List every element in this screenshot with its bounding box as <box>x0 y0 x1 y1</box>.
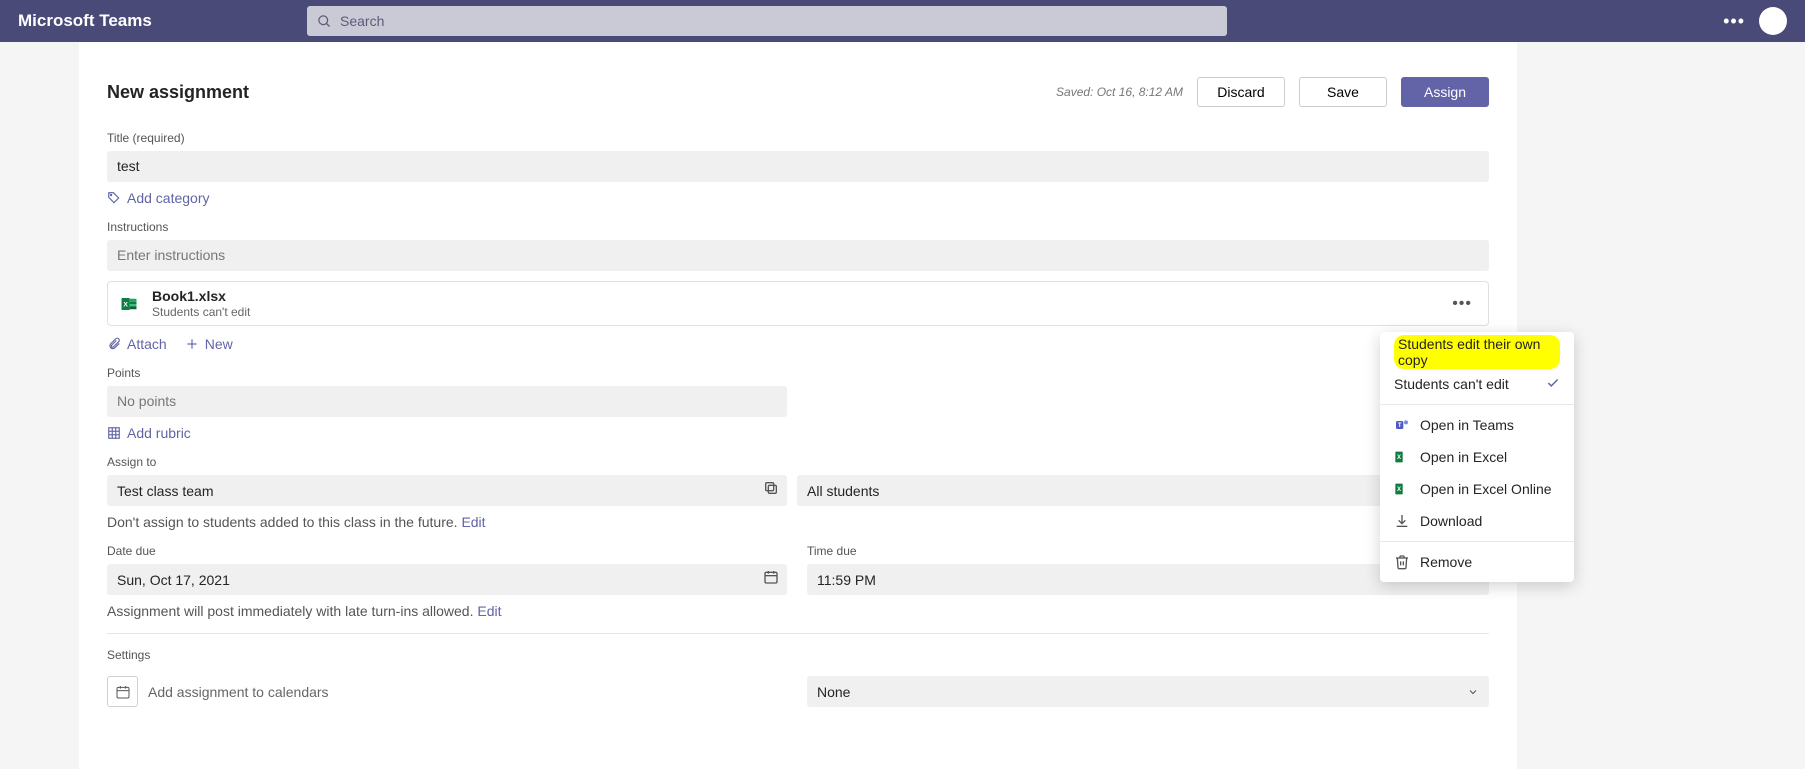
instructions-label: Instructions <box>107 220 1489 234</box>
add-category-label: Add category <box>127 190 210 206</box>
app-title: Microsoft Teams <box>18 11 152 31</box>
menu-open-excel-online[interactable]: X Open in Excel Online <box>1380 473 1574 505</box>
top-bar: Microsoft Teams ••• <box>0 0 1805 42</box>
attachment-more-icon[interactable]: ••• <box>1448 291 1476 317</box>
points-label: Points <box>107 366 1489 380</box>
attachment-card: X Book1.xlsx Students can't edit ••• <box>107 281 1489 326</box>
new-link[interactable]: New <box>185 336 233 352</box>
assign-button[interactable]: Assign <box>1401 77 1489 107</box>
title-label: Title (required) <box>107 131 1489 145</box>
post-edit-link[interactable]: Edit <box>477 603 501 619</box>
search-box[interactable] <box>307 6 1227 36</box>
excel-icon: X <box>1394 449 1410 465</box>
menu-open-teams[interactable]: T Open in Teams <box>1380 409 1574 441</box>
attach-label: Attach <box>127 336 167 352</box>
menu-open-excel[interactable]: X Open in Excel <box>1380 441 1574 473</box>
assign-helper: Don't assign to students added to this c… <box>107 514 1489 530</box>
calendar-dropdown-value: None <box>817 684 850 700</box>
attachment-name: Book1.xlsx <box>152 288 250 305</box>
search-input[interactable] <box>340 13 1217 29</box>
new-label: New <box>205 336 233 352</box>
calendar-dropdown[interactable]: None <box>807 676 1489 707</box>
date-due-label: Date due <box>107 544 797 558</box>
main-content: New assignment Saved: Oct 16, 8:12 AM Di… <box>79 42 1517 769</box>
svg-text:X: X <box>123 301 128 308</box>
team-select[interactable] <box>107 475 787 506</box>
divider <box>107 633 1489 634</box>
time-due-value[interactable] <box>807 572 1465 588</box>
search-icon <box>317 14 332 29</box>
rubric-icon <box>107 426 121 440</box>
attach-icon <box>107 337 121 351</box>
svg-text:X: X <box>1397 487 1401 493</box>
trash-icon <box>1394 554 1410 570</box>
excel-online-icon: X <box>1394 481 1410 497</box>
assign-edit-link[interactable]: Edit <box>461 514 485 530</box>
calendar-setting-label: Add assignment to calendars <box>148 684 797 700</box>
menu-divider <box>1380 541 1574 542</box>
attachment-context-menu: Students edit their own copy Students ca… <box>1380 332 1574 582</box>
assign-to-label: Assign to <box>107 455 1489 469</box>
menu-divider <box>1380 404 1574 405</box>
title-input[interactable] <box>107 151 1489 182</box>
add-rubric-label: Add rubric <box>127 425 191 441</box>
date-due-field[interactable] <box>107 564 787 595</box>
tag-icon <box>107 191 121 205</box>
settings-label: Settings <box>107 648 1489 662</box>
menu-students-cant-edit[interactable]: Students can't edit <box>1380 368 1574 400</box>
saved-status: Saved: Oct 16, 8:12 AM <box>1056 85 1183 99</box>
avatar[interactable] <box>1759 7 1787 35</box>
more-icon[interactable]: ••• <box>1723 11 1745 32</box>
menu-remove[interactable]: Remove <box>1380 546 1574 578</box>
team-value[interactable] <box>107 483 763 499</box>
post-helper: Assignment will post immediately with la… <box>107 603 1489 619</box>
teams-icon: T <box>1394 417 1410 433</box>
page-title: New assignment <box>107 82 249 103</box>
check-icon <box>1546 376 1560 393</box>
plus-icon <box>185 337 199 351</box>
menu-download[interactable]: Download <box>1380 505 1574 537</box>
save-button[interactable]: Save <box>1299 77 1387 107</box>
download-icon <box>1394 513 1410 529</box>
menu-students-own-copy[interactable]: Students edit their own copy <box>1380 336 1574 368</box>
chevron-down-icon <box>1467 686 1479 698</box>
points-input[interactable] <box>107 386 787 417</box>
discard-button[interactable]: Discard <box>1197 77 1285 107</box>
instructions-input[interactable] <box>107 240 1489 271</box>
copy-icon[interactable] <box>763 480 779 501</box>
svg-text:T: T <box>1398 423 1402 429</box>
add-category-link[interactable]: Add category <box>107 190 1489 206</box>
svg-text:X: X <box>1397 455 1401 461</box>
attachment-subtext: Students can't edit <box>152 305 250 319</box>
calendar-icon[interactable] <box>763 569 779 590</box>
calendar-box-icon <box>107 676 138 707</box>
excel-icon: X <box>120 295 138 313</box>
attach-link[interactable]: Attach <box>107 336 167 352</box>
date-due-value[interactable] <box>107 572 763 588</box>
add-rubric-link[interactable]: Add rubric <box>107 425 1489 441</box>
